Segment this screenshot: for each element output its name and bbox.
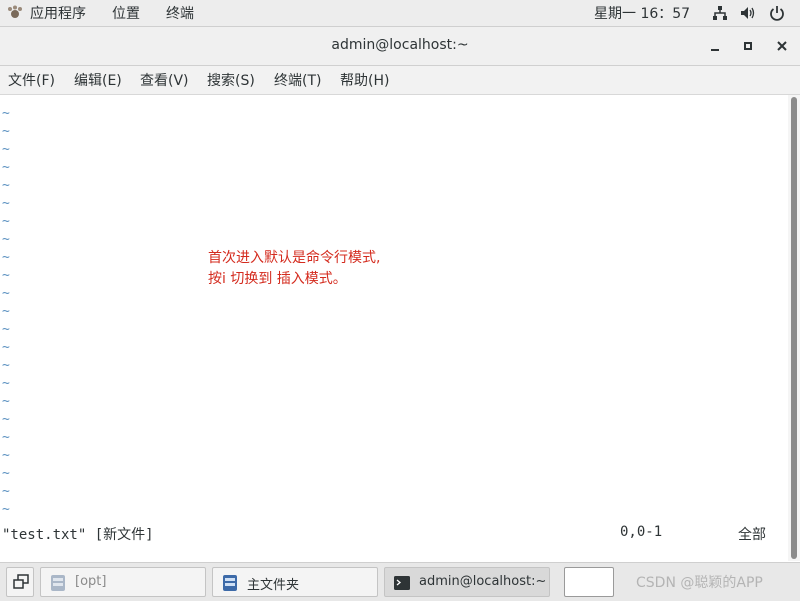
tilde-marker: ~ [2, 196, 10, 211]
taskbar-item-opt[interactable]: [opt] [40, 567, 206, 597]
tilde-marker: ~ [2, 394, 10, 409]
tilde-marker: ~ [2, 124, 10, 139]
vim-status-file: "test.txt" [新文件] [2, 527, 154, 543]
menu-edit[interactable]: 编辑(E) [74, 70, 122, 90]
menu-help[interactable]: 帮助(H) [340, 70, 389, 90]
scrollbar-thumb[interactable] [791, 97, 797, 559]
taskbar: [opt] 主文件夹 admin@localhost:~ CSDN @聪颖的AP… [0, 562, 800, 601]
tilde-marker: ~ [2, 178, 10, 193]
show-desktop-icon [13, 574, 29, 589]
tilde-marker: ~ [2, 268, 10, 283]
applications-menu[interactable]: 应用程序 [30, 3, 86, 23]
taskbar-item-home[interactable]: 主文件夹 [212, 567, 378, 597]
menu-search[interactable]: 搜索(S) [207, 70, 255, 90]
folder-window-icon [51, 575, 65, 591]
maximize-icon [744, 42, 752, 50]
volume-icon[interactable] [740, 5, 756, 21]
network-icon[interactable] [712, 5, 728, 21]
tilde-marker: ~ [2, 376, 10, 391]
vim-scroll-indicator: 全部 [738, 527, 766, 543]
tilde-marker: ~ [2, 484, 10, 499]
menu-file[interactable]: 文件(F) [8, 70, 55, 90]
terminal-app-menu[interactable]: 终端 [166, 3, 194, 23]
tilde-marker: ~ [2, 250, 10, 265]
top-panel: 应用程序 位置 终端 星期一 16：57 [0, 0, 800, 27]
taskbar-item-terminal[interactable]: admin@localhost:~ [384, 567, 550, 597]
gnome-foot-icon[interactable] [7, 5, 23, 21]
workspace-switcher[interactable] [564, 567, 614, 597]
annotation-line-2: 按i 切换到 插入模式。 [208, 271, 347, 287]
tilde-marker: ~ [2, 322, 10, 337]
minimize-icon [711, 49, 719, 51]
tilde-marker: ~ [2, 466, 10, 481]
terminal-icon [394, 576, 410, 590]
window-titlebar[interactable]: admin@localhost:~ [0, 27, 800, 66]
close-icon [777, 41, 787, 51]
tilde-marker: ~ [2, 142, 10, 157]
show-desktop-button[interactable] [6, 567, 34, 597]
tilde-marker: ~ [2, 286, 10, 301]
taskbar-item-label: 主文件夹 [247, 578, 300, 593]
tilde-marker: ~ [2, 448, 10, 463]
menubar: 文件(F) 编辑(E) 查看(V) 搜索(S) 终端(T) 帮助(H) [0, 66, 800, 95]
close-button[interactable] [772, 36, 792, 56]
minimize-button[interactable] [705, 36, 725, 56]
window-title: admin@localhost:~ [331, 37, 469, 53]
taskbar-item-label: [opt] [75, 574, 107, 589]
tilde-marker: ~ [2, 430, 10, 445]
vim-cursor-position: 0,0-1 [620, 524, 663, 540]
annotation-line-1: 首次进入默认是命令行模式, [208, 250, 381, 266]
csdn-watermark: CSDN @聪颖的APP [636, 575, 763, 591]
file-manager-icon [223, 575, 237, 591]
menu-terminal[interactable]: 终端(T) [274, 70, 321, 90]
tilde-marker: ~ [2, 358, 10, 373]
tilde-marker: ~ [2, 340, 10, 355]
tilde-marker: ~ [2, 106, 10, 121]
tilde-marker: ~ [2, 214, 10, 229]
tilde-marker: ~ [2, 232, 10, 247]
terminal-scrollbar[interactable] [788, 95, 800, 561]
power-icon[interactable] [769, 5, 785, 21]
tilde-marker: ~ [2, 412, 10, 427]
maximize-button[interactable] [738, 36, 758, 56]
terminal-view[interactable]: ~ ~ ~ ~ ~ ~ ~ ~ ~ ~ ~ ~ ~ ~ ~ ~ ~ ~ ~ ~ ~ ~ ~ 首次进入默认是命令行模式, 按i… [0, 95, 788, 561]
places-menu[interactable]: 位置 [112, 3, 140, 23]
menu-view[interactable]: 查看(V) [140, 70, 189, 90]
tilde-marker: ~ [2, 502, 10, 517]
taskbar-item-label: admin@localhost:~ [419, 574, 547, 589]
tilde-marker: ~ [2, 304, 10, 319]
clock[interactable]: 星期一 16：57 [594, 3, 690, 23]
tilde-marker: ~ [2, 160, 10, 175]
